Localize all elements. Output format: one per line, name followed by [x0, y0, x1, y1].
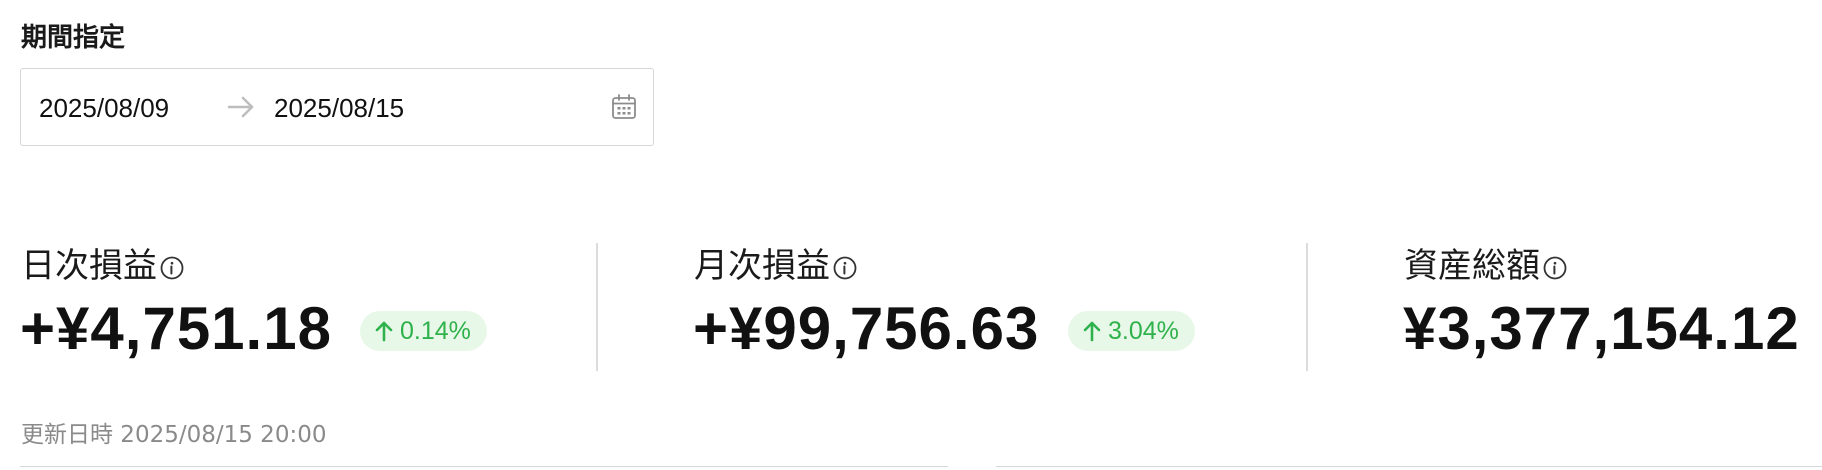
daily-change-badge: 0.14%	[360, 311, 487, 351]
daily-pl-label: 日次損益	[21, 244, 184, 288]
calendar-icon[interactable]	[609, 92, 639, 122]
arrow-up-icon	[1083, 321, 1101, 342]
total-assets-value: ¥3,377,154.12	[1403, 295, 1800, 362]
date-range-picker[interactable]: 2025/08/09 2025/08/15	[20, 68, 654, 146]
daily-pl-label-text: 日次損益	[21, 246, 157, 286]
arrow-right-icon	[227, 96, 254, 118]
panel-top-edge	[996, 466, 1822, 470]
daily-pl-value: +¥4,751.18	[20, 295, 332, 362]
info-icon[interactable]	[1543, 256, 1567, 280]
end-date-input[interactable]: 2025/08/15	[274, 91, 404, 125]
monthly-pl-label-text: 月次損益	[694, 246, 830, 286]
arrow-up-icon	[375, 321, 393, 342]
info-icon[interactable]	[160, 256, 184, 280]
divider	[596, 243, 598, 371]
divider	[1306, 243, 1308, 371]
monthly-pl-label: 月次損益	[694, 244, 857, 288]
monthly-change-text: 3.04%	[1108, 316, 1179, 345]
panel-top-edge	[20, 466, 948, 470]
daily-change-text: 0.14%	[400, 316, 471, 345]
monthly-change-badge: 3.04%	[1068, 311, 1195, 351]
start-date-input[interactable]: 2025/08/09	[39, 91, 169, 125]
total-assets-label-text: 資産総額	[1404, 246, 1540, 286]
monthly-pl-value: +¥99,756.63	[693, 295, 1040, 362]
updated-timestamp: 更新日時 2025/08/15 20:00	[21, 422, 327, 448]
total-assets-label: 資産総額	[1404, 244, 1567, 288]
period-label: 期間指定	[21, 23, 126, 53]
info-icon[interactable]	[833, 256, 857, 280]
